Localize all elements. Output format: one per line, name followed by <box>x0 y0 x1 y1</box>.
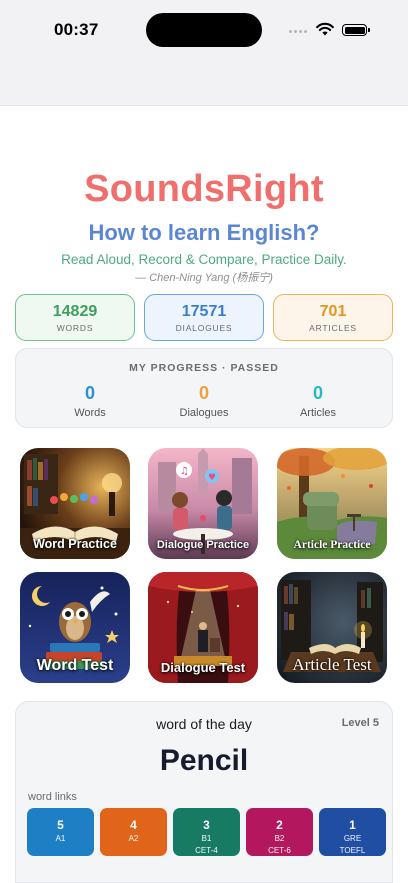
word-link-level: B2 <box>274 834 285 843</box>
tile-dialogue-practice[interactable]: ♫ ♥ Dialogue Practice <box>148 448 258 559</box>
stat-label: WORDS <box>56 323 94 333</box>
word-link-exam: CET-4 <box>195 846 218 855</box>
word-link-level: A1 <box>55 834 66 843</box>
tile-word-test[interactable]: Word Test <box>20 572 130 683</box>
word-link-card[interactable]: 3 B1 CET-4 <box>173 808 240 856</box>
stat-value: 14829 <box>52 303 98 320</box>
progress-value: 0 <box>312 383 323 403</box>
app-title: SoundsRight <box>84 168 324 210</box>
word-link-level: B1 <box>201 834 212 843</box>
progress-words: 0 Words <box>40 383 140 419</box>
tile-dialogue-test[interactable]: Dialogue Test <box>148 572 258 683</box>
stat-value: 17571 <box>181 303 227 320</box>
word-link-card[interactable]: 1 GRE TOEFL <box>319 808 386 856</box>
progress-card: MY PROGRESS · PASSED 0 Words 0 Dialogues… <box>15 348 393 428</box>
tile-label: Article Practice <box>293 539 371 551</box>
word-link-exam: CET-6 <box>268 846 291 855</box>
stat-articles[interactable]: 701 ARTICLES <box>273 294 393 341</box>
subtitle: How to learn English? <box>88 220 320 245</box>
battery-icon <box>342 24 370 36</box>
stat-label: ARTICLES <box>309 323 357 333</box>
progress-title: MY PROGRESS · PASSED <box>129 362 279 374</box>
progress-label: Dialogues <box>179 407 229 419</box>
word-link-count: 5 <box>57 818 64 832</box>
tile-label: Word Test <box>36 657 114 674</box>
progress-label: Articles <box>299 407 337 419</box>
quote: Read Aloud, Record & Compare, Practice D… <box>61 252 347 267</box>
word-links-label: word links <box>28 791 77 803</box>
word-links-row: 5 A1 4 A2 3 B1 CET-4 2 B2 CET-6 1 GRE TO… <box>27 808 386 856</box>
progress-label: Words <box>74 407 106 419</box>
progress-dialogues: 0 Dialogues <box>154 383 254 419</box>
wotd-word[interactable]: Pencil <box>16 744 392 778</box>
stat-words[interactable]: 14829 WORDS <box>15 294 135 341</box>
tile-label: Word Practice <box>33 537 117 551</box>
stat-value: 701 <box>319 303 347 320</box>
stat-dialogues[interactable]: 17571 DIALOGUES <box>144 294 264 341</box>
progress-articles: 0 Articles <box>268 383 368 419</box>
word-of-the-day-card[interactable]: word of the day Level 5 Pencil word link… <box>15 701 393 883</box>
tile-label: Article Test <box>292 655 372 674</box>
progress-value: 0 <box>198 383 209 403</box>
word-link-count: 4 <box>130 818 137 832</box>
tile-label: Dialogue Practice <box>156 539 250 551</box>
status-time: 00:37 <box>54 20 99 39</box>
svg-text:♥: ♥ <box>208 473 216 483</box>
word-link-count: 3 <box>203 818 210 832</box>
word-link-card[interactable]: 5 A1 <box>27 808 94 856</box>
tile-article-practice[interactable]: Article Practice <box>277 448 387 559</box>
word-link-card[interactable]: 4 A2 <box>100 808 167 856</box>
wotd-title: word of the day <box>156 716 252 732</box>
signal-dots-icon <box>289 30 307 33</box>
wotd-level: Level 5 <box>341 717 379 729</box>
quote-attribution: — Chen-Ning Yang (杨振宁) <box>135 272 273 284</box>
tile-word-practice[interactable]: Word Practice <box>20 448 130 559</box>
wifi-icon <box>316 22 334 36</box>
word-link-level: GRE <box>343 834 362 843</box>
status-bar: 00:37 <box>0 0 408 106</box>
stat-label: DIALOGUES <box>175 323 233 333</box>
tile-article-test[interactable]: Article Test <box>277 572 387 683</box>
dynamic-island <box>146 13 262 47</box>
word-link-card[interactable]: 2 B2 CET-6 <box>246 808 313 856</box>
svg-text:♫: ♫ <box>180 466 189 477</box>
word-link-exam: TOEFL <box>339 846 366 855</box>
word-link-count: 1 <box>349 818 356 832</box>
word-link-level: A2 <box>128 834 139 843</box>
tile-label: Dialogue Test <box>160 660 246 675</box>
word-link-count: 2 <box>276 818 283 832</box>
progress-value: 0 <box>84 383 95 403</box>
